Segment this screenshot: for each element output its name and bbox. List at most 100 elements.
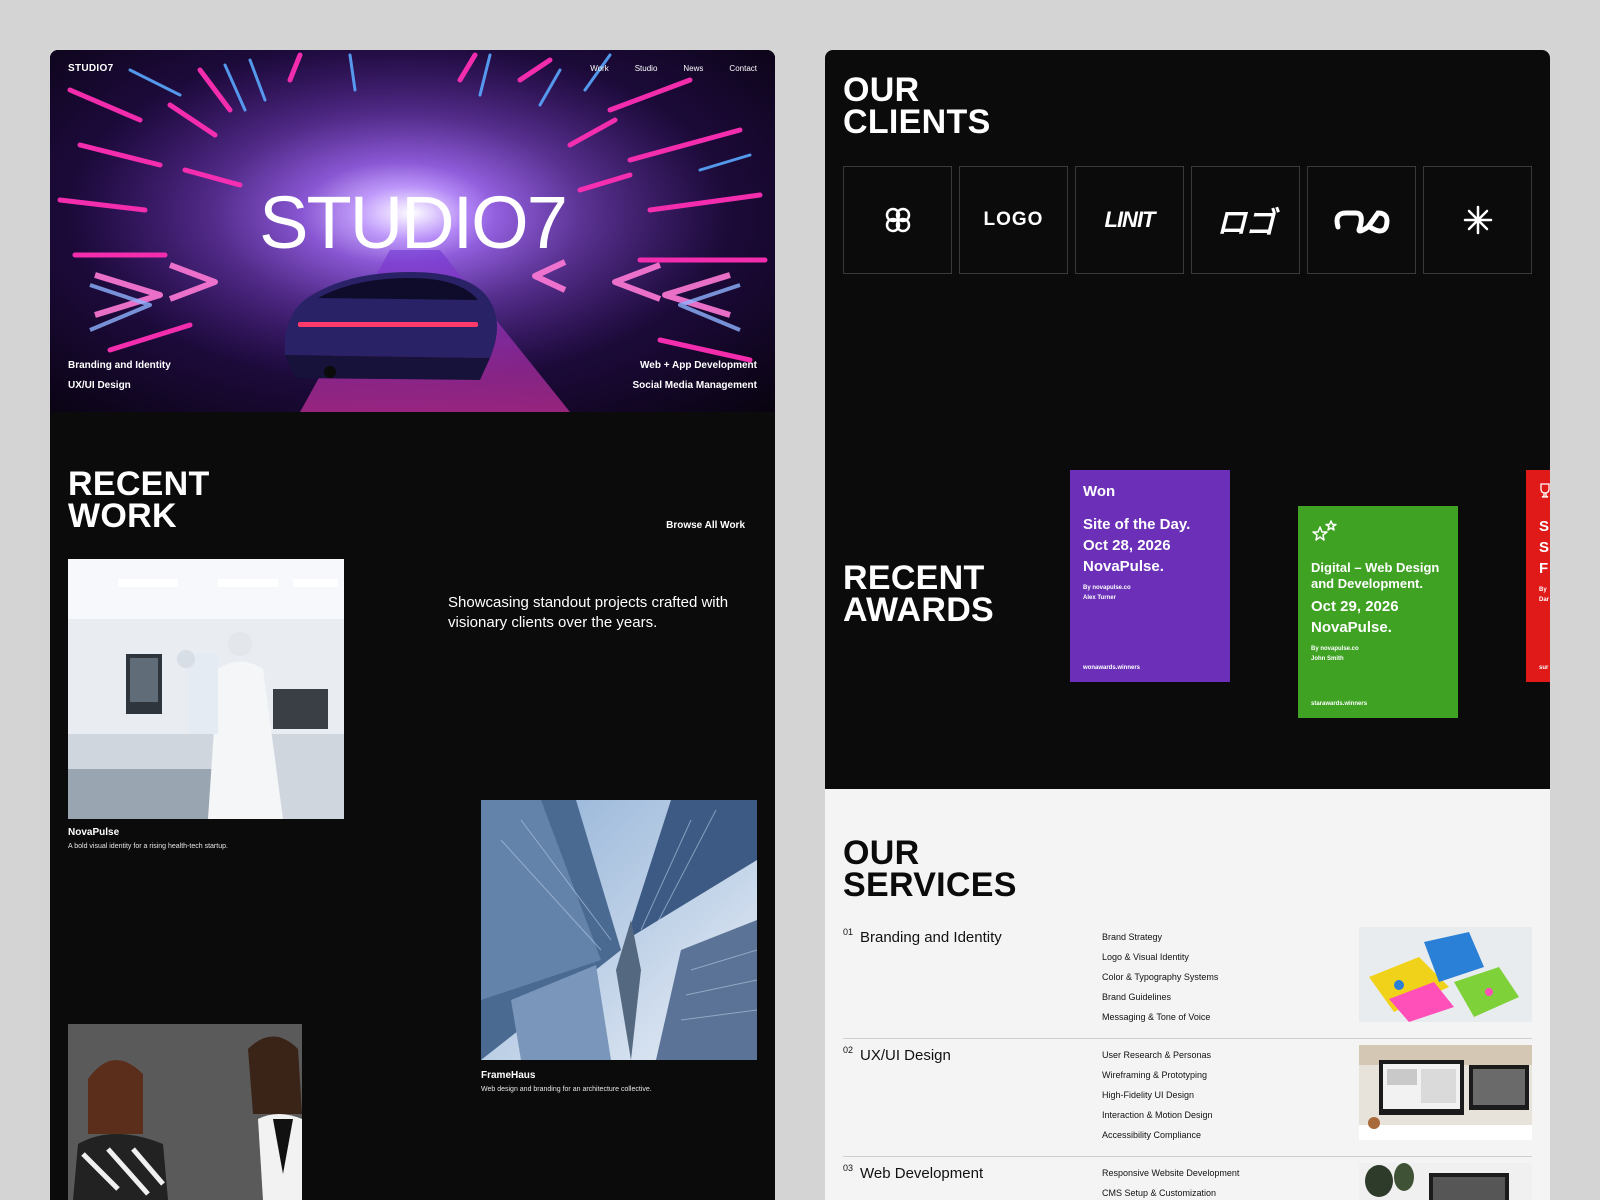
heading-line: AWARDS	[843, 591, 995, 629]
recent-work-heading: RECENT WORK	[68, 465, 210, 535]
stars-icon	[1312, 520, 1337, 541]
service-row-branding[interactable]: 01 Branding and Identity Brand Strategy …	[843, 927, 1532, 1027]
heading-line: SERVICES	[843, 866, 1017, 904]
framehaus-project-image[interactable]	[481, 800, 757, 1060]
award-by: By	[1539, 587, 1547, 593]
linit-wordmark: LINIT	[1104, 207, 1156, 232]
award-line: F	[1539, 560, 1549, 577]
heading-line: RECENT	[68, 465, 210, 503]
award-card-web-design[interactable]: Digital – Web Design and Development. Oc…	[1298, 506, 1458, 718]
award-label: Won	[1083, 483, 1116, 500]
divider	[843, 1038, 1532, 1039]
office-plants-image	[1359, 1163, 1532, 1200]
service-item: Messaging & Tone of Voice	[1102, 1012, 1211, 1022]
recent-awards-heading: RECENT AWARDS	[843, 559, 995, 629]
service-number: 03	[843, 1163, 854, 1173]
award-author: Alex Turner	[1083, 595, 1116, 601]
award-line: S	[1539, 539, 1550, 556]
divider	[843, 1156, 1532, 1157]
service-item: Color & Typography Systems	[1102, 972, 1219, 982]
award-author: John Smith	[1311, 656, 1344, 662]
services-section: OUR SERVICES 01 Branding and Identity Br…	[825, 789, 1550, 1200]
award-author: Dar	[1539, 597, 1550, 603]
recent-work-intro: Showcasing standout projects crafted wit…	[448, 594, 729, 631]
hero-service-item: Social Media Management	[632, 380, 757, 391]
service-item: Wireframing & Prototyping	[1102, 1070, 1208, 1080]
nav-item-studio[interactable]: Studio	[635, 64, 658, 73]
our-clients-heading: OUR CLIENTS	[843, 71, 991, 141]
client-logo-infinity[interactable]	[1307, 166, 1416, 274]
award-line: S	[1539, 518, 1550, 535]
service-item: User Research & Personas	[1102, 1050, 1212, 1060]
heading-line: OUR	[843, 71, 920, 109]
infinity-icon	[1334, 210, 1389, 234]
award-by: By novapulse.co	[1311, 646, 1359, 652]
novapulse-project-image[interactable]	[68, 559, 344, 819]
client-logo-japanese[interactable]: ロゴ	[1191, 166, 1300, 274]
service-item: Interaction & Motion Design	[1102, 1110, 1213, 1120]
hero-services-left: Branding and Identity UX/UI Design	[68, 356, 171, 396]
fashion-project-image[interactable]	[68, 1024, 302, 1200]
heading-line: OUR	[843, 834, 920, 872]
service-item: Accessibility Compliance	[1102, 1130, 1202, 1140]
award-card-partial[interactable]: S S F By Dar sur	[1526, 470, 1550, 682]
service-item: Responsive Website Development	[1102, 1168, 1240, 1178]
heading-line: CLIENTS	[843, 103, 991, 141]
service-title: UX/UI Design	[860, 1047, 951, 1064]
service-title: Web Development	[860, 1165, 984, 1182]
award-site: wonawards.winners	[1083, 665, 1141, 671]
branding-mockup-image	[1359, 927, 1532, 1022]
nav-item-contact[interactable]: Contact	[729, 64, 757, 73]
service-item: High-Fidelity UI Design	[1102, 1090, 1195, 1100]
service-items: User Research & Personas Wireframing & P…	[1102, 1045, 1213, 1145]
japanese-wordmark: ロゴ	[1216, 207, 1276, 240]
project-description: A bold visual identity for a rising heal…	[68, 843, 228, 850]
service-item: Brand Strategy	[1102, 932, 1163, 942]
logo-wordmark: LOGO	[983, 209, 1044, 230]
service-number: 02	[843, 1045, 854, 1055]
browse-all-work-link[interactable]: Browse All Work	[666, 520, 745, 531]
award-line: Oct 28, 2026	[1083, 537, 1171, 554]
service-row-web-dev[interactable]: 03 Web Development Responsive Website De…	[843, 1163, 1532, 1200]
service-items: Responsive Website Development CMS Setup…	[1102, 1163, 1239, 1200]
heading-line: WORK	[68, 497, 177, 535]
service-title: Branding and Identity	[860, 929, 1002, 946]
clover-icon	[885, 207, 910, 233]
hero-title: STUDIO7	[259, 181, 568, 264]
award-line: NovaPulse.	[1083, 558, 1164, 575]
main-nav: Work Studio News Contact	[590, 64, 757, 73]
award-line: Oct 29, 2026	[1311, 598, 1399, 615]
project-name[interactable]: NovaPulse	[68, 827, 119, 838]
award-line: Site of the Day.	[1083, 516, 1191, 533]
award-by: By novapulse.co	[1083, 585, 1131, 591]
project-description: Web design and branding for an architect…	[481, 1086, 652, 1093]
client-logo-linit[interactable]: LINIT	[1075, 166, 1184, 274]
asterisk-icon	[1463, 205, 1492, 235]
hero-section: STUDIO7 Work Studio News Contact STUDIO7…	[50, 50, 775, 412]
award-card-site-of-the-day[interactable]: Won Site of the Day. Oct 28, 2026 NovaPu…	[1070, 470, 1230, 682]
heading-line: RECENT	[843, 559, 985, 597]
service-row-uxui[interactable]: 02 UX/UI Design User Research & Personas…	[843, 1045, 1532, 1145]
client-logo-logo[interactable]: LOGO	[959, 166, 1068, 274]
service-number: 01	[843, 927, 854, 937]
brand-logo[interactable]: STUDIO7	[68, 63, 113, 74]
client-logo-row: LOGO LINIT ロゴ	[843, 166, 1532, 274]
studio-homepage-panel: STUDIO7 Work Studio News Contact STUDIO7…	[50, 50, 775, 1200]
nav-item-news[interactable]: News	[683, 64, 703, 73]
clients-awards-services-panel: OUR CLIENTS LOGO LINIT ロゴ RECENT AWARDS …	[825, 50, 1550, 1200]
hero-service-item: Branding and Identity	[68, 360, 171, 371]
our-services-heading: OUR SERVICES	[843, 834, 1017, 904]
client-logo-clover[interactable]	[843, 166, 952, 274]
nav-item-work[interactable]: Work	[590, 64, 609, 73]
desk-monitor-image	[1359, 1045, 1532, 1140]
hero-service-item: Web + App Development	[640, 360, 757, 371]
hero-services-right: Web + App Development Social Media Manag…	[633, 356, 757, 396]
award-site: starawards.winners	[1311, 701, 1368, 707]
project-name[interactable]: FrameHaus	[481, 1070, 535, 1081]
hero-service-item: UX/UI Design	[68, 380, 131, 391]
award-line: and Development.	[1311, 576, 1423, 591]
service-item: CMS Setup & Customization	[1102, 1188, 1217, 1198]
service-item: Logo & Visual Identity	[1102, 952, 1189, 962]
client-logo-asterisk[interactable]	[1423, 166, 1532, 274]
award-line: NovaPulse.	[1311, 619, 1392, 636]
